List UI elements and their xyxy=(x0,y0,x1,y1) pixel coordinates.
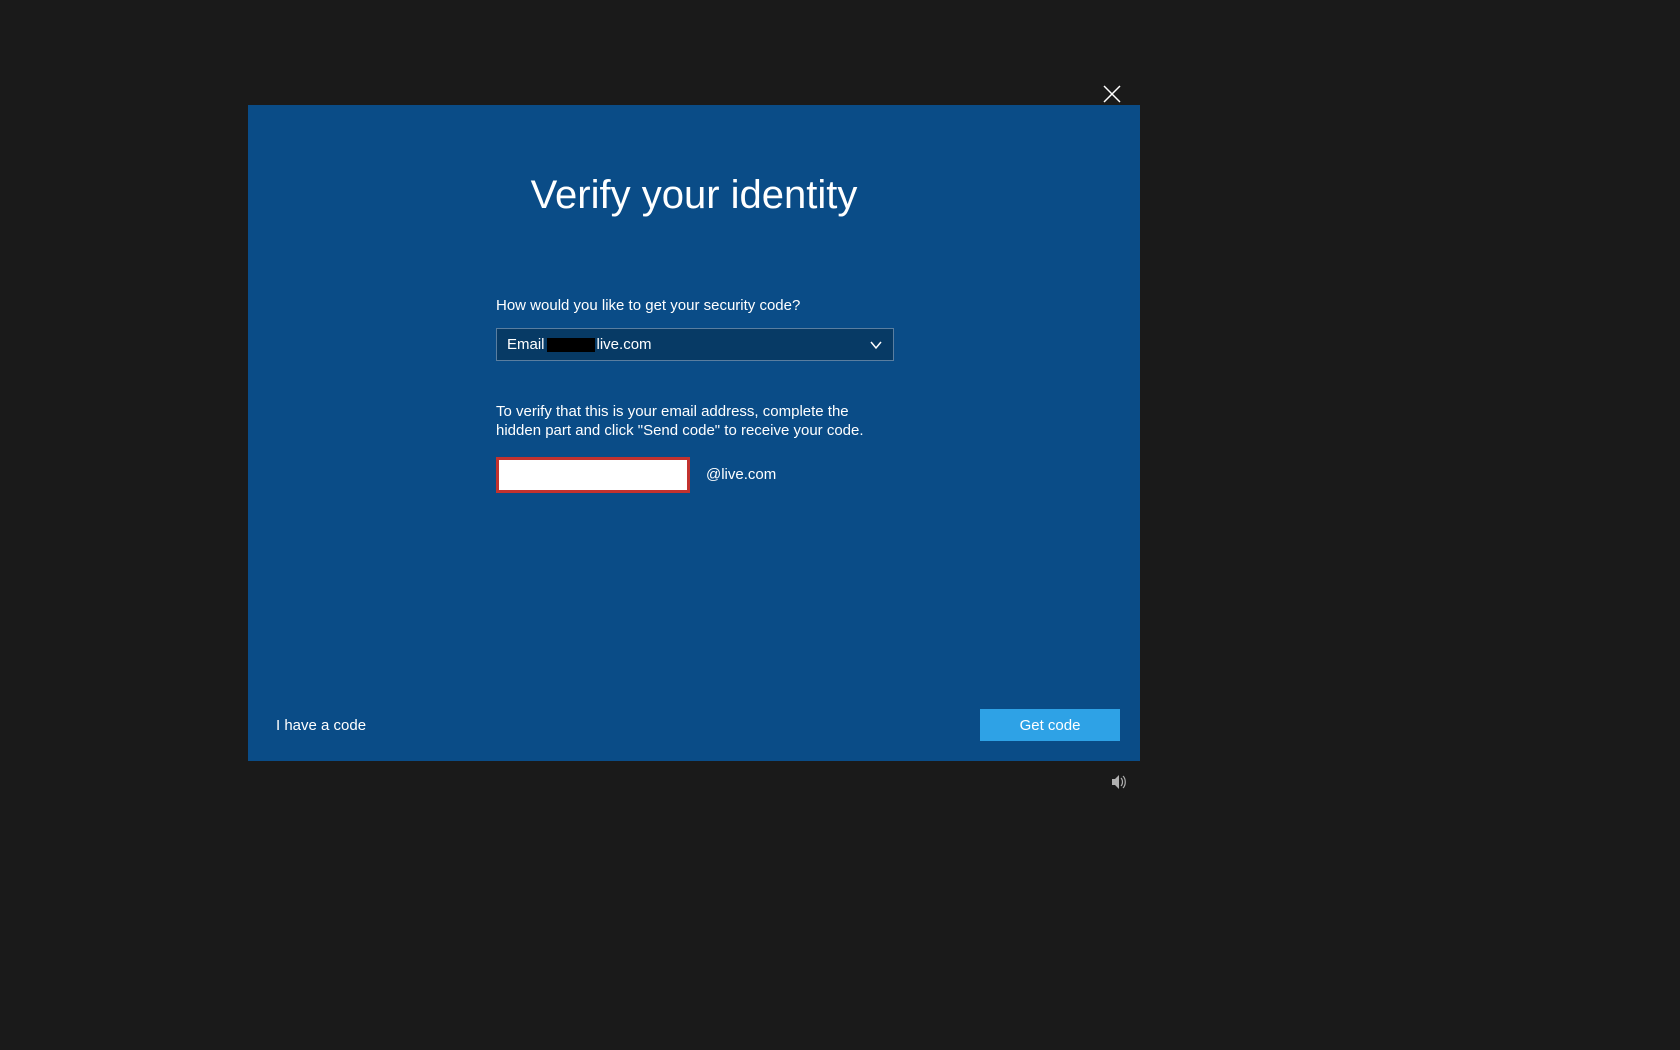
email-field[interactable] xyxy=(499,460,687,490)
verification-instruction: To verify that this is your email addres… xyxy=(496,403,894,441)
method-suffix: live.com xyxy=(597,336,652,353)
chevron-down-icon xyxy=(869,338,883,352)
verify-identity-dialog: Verify your identity How would you like … xyxy=(248,105,1140,761)
email-domain-suffix: @live.com xyxy=(706,466,776,483)
get-code-button[interactable]: Get code xyxy=(980,709,1120,741)
dialog-bottom-bar: I have a code Get code xyxy=(276,709,1120,741)
dialog-title: Verify your identity xyxy=(248,173,1140,218)
have-code-link[interactable]: I have a code xyxy=(276,717,366,734)
verification-method-selected: Email live.com xyxy=(507,336,652,353)
email-input-row: @live.com xyxy=(496,457,894,493)
input-method-button[interactable] xyxy=(298,773,316,791)
redacted-email-part xyxy=(547,338,595,352)
dialog-content: How would you like to get your security … xyxy=(496,297,894,493)
verification-method-dropdown[interactable]: Email live.com xyxy=(496,328,894,361)
volume-icon xyxy=(1110,778,1128,795)
volume-button[interactable] xyxy=(1110,773,1128,791)
email-input-highlight xyxy=(496,457,690,493)
method-prefix: Email xyxy=(507,336,545,353)
ease-of-access-button[interactable] xyxy=(256,773,274,791)
footer-icons-left xyxy=(256,773,316,791)
security-code-prompt: How would you like to get your security … xyxy=(496,297,894,314)
